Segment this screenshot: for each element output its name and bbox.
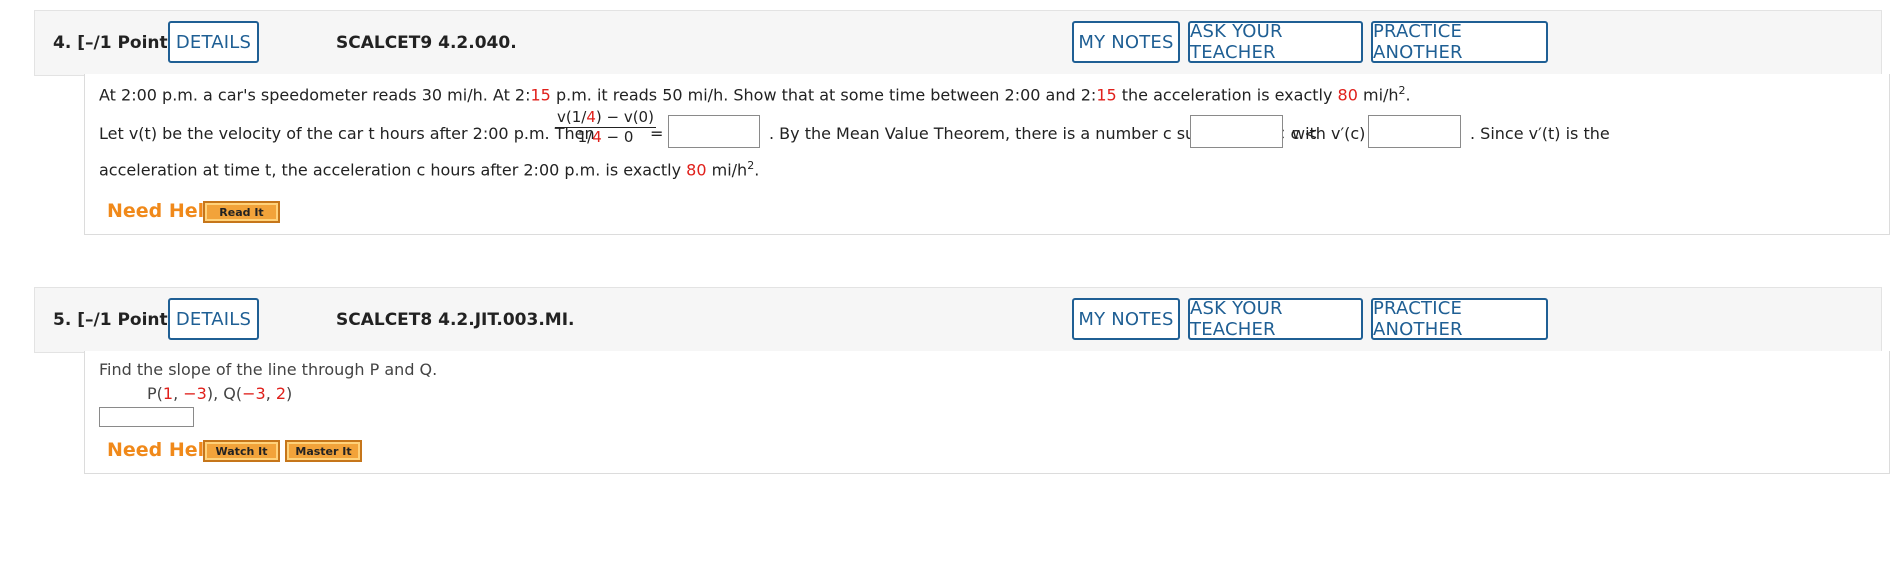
question-body: At 2:00 p.m. a car's speedometer reads 3…	[84, 74, 1890, 235]
problem-statement: At 2:00 p.m. a car's speedometer reads 3…	[99, 84, 1411, 105]
question-5: 5. [–/1 Points] DETAILS SCALCET8 4.2.JIT…	[34, 287, 1890, 474]
question-code: SCALCET8 4.2.JIT.003.MI.	[336, 310, 575, 330]
my-notes-button[interactable]: MY NOTES	[1072, 298, 1180, 340]
ask-your-teacher-button[interactable]: ASK YOUR TEACHER	[1188, 298, 1363, 340]
question-number: 4. [–/1 Points]	[53, 33, 186, 53]
practice-another-button[interactable]: PRACTICE ANOTHER	[1371, 298, 1548, 340]
problem-text-conclusion: acceleration at time t, the acceleration…	[99, 159, 760, 180]
question-body: Find the slope of the line through P and…	[84, 351, 1890, 474]
equals-sign: =	[650, 124, 664, 143]
answer-input-c-bound[interactable]	[1190, 115, 1283, 148]
question-header: 4. [–/1 Points] DETAILS SCALCET9 4.2.040…	[34, 10, 1882, 76]
ask-your-teacher-button[interactable]: ASK YOUR TEACHER	[1188, 21, 1363, 63]
difference-quotient: v(1/4) − v(0) 1/4 − 0	[555, 108, 656, 146]
watch-it-button[interactable]: Watch It	[203, 440, 280, 462]
answer-input-vprime[interactable]	[1368, 115, 1461, 148]
practice-another-button[interactable]: PRACTICE ANOTHER	[1371, 21, 1548, 63]
read-it-button[interactable]: Read It	[203, 201, 280, 223]
problem-text-since: . Since v′(t) is the	[1470, 124, 1610, 143]
question-header: 5. [–/1 Points] DETAILS SCALCET8 4.2.JIT…	[34, 287, 1882, 353]
details-button[interactable]: DETAILS	[168, 21, 259, 63]
answer-input-quotient[interactable]	[668, 115, 760, 148]
answer-input-slope[interactable]	[99, 407, 194, 427]
master-it-button[interactable]: Master It	[285, 440, 362, 462]
details-button[interactable]: DETAILS	[168, 298, 259, 340]
points-pq: P(1, −3), Q(−3, 2)	[147, 384, 293, 403]
question-code: SCALCET9 4.2.040.	[336, 33, 517, 53]
problem-statement: Find the slope of the line through P and…	[99, 360, 438, 379]
problem-text-let: Let v(t) be the velocity of the car t ho…	[99, 124, 595, 143]
question-4: 4. [–/1 Points] DETAILS SCALCET9 4.2.040…	[34, 10, 1890, 236]
question-number: 5. [–/1 Points]	[53, 310, 186, 330]
my-notes-button[interactable]: MY NOTES	[1072, 21, 1180, 63]
